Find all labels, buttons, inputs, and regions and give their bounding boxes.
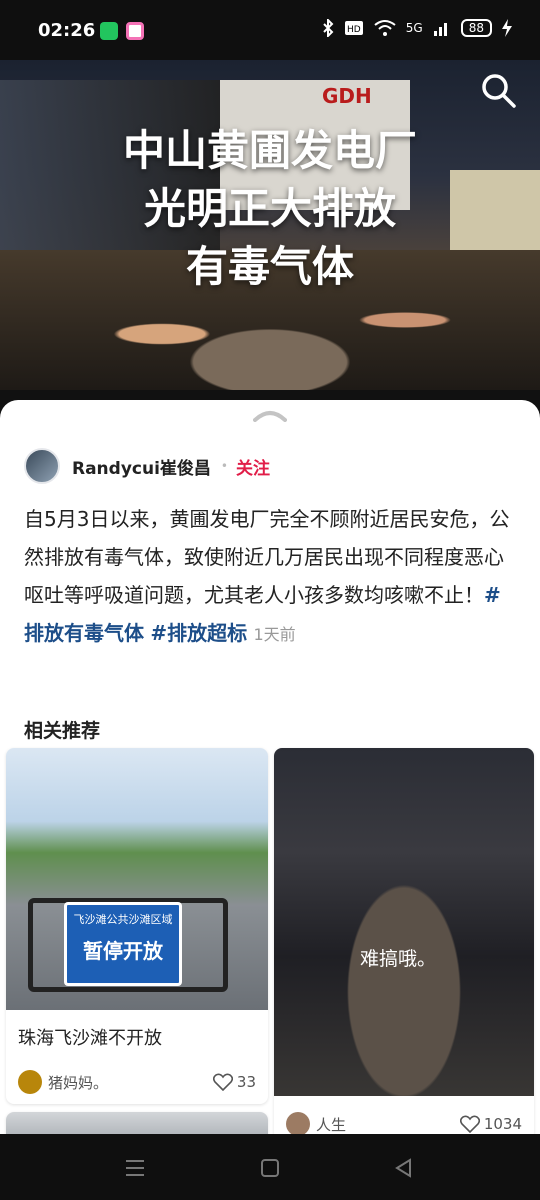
svg-text:HD: HD xyxy=(347,25,361,35)
search-icon[interactable] xyxy=(478,70,518,110)
related-card[interactable]: 难搞哦。 人生 1034 xyxy=(274,748,534,1140)
card-author[interactable]: 人生 xyxy=(316,1114,346,1135)
follow-button[interactable]: 关注 xyxy=(236,454,270,479)
avatar[interactable] xyxy=(24,448,60,484)
like-count: 33 xyxy=(236,1073,256,1091)
separator-dot: • xyxy=(220,459,228,473)
heart-icon xyxy=(212,1073,233,1091)
sign-line-2: 暂停开放 xyxy=(83,939,163,963)
card-caption[interactable]: 珠海飞沙滩不开放 xyxy=(18,1024,162,1050)
wifi-icon xyxy=(374,20,396,36)
heart-icon xyxy=(459,1115,480,1133)
post-detail-sheet[interactable]: Randycui崔俊昌 • 关注 自5月3日以来，黄圃发电厂完全不顾附近居民安危… xyxy=(0,400,540,1140)
post-timestamp: 1天前 xyxy=(253,625,296,644)
charging-icon xyxy=(502,19,512,37)
headline-line-3: 有毒气体 xyxy=(185,242,354,291)
image-overlay-text: 难搞哦。 xyxy=(360,948,437,970)
app-notification-icon xyxy=(100,22,118,40)
status-bar: 02:26 HD 5G 88 xyxy=(0,0,540,60)
headline-line-2: 光明正大排放 xyxy=(143,184,396,233)
system-icons: HD 5G 88 xyxy=(322,19,512,37)
hero-headline: 中山黄圃发电厂 光明正大排放 有毒气体 xyxy=(0,122,540,296)
post-body: 自5月3日以来，黄圃发电厂完全不顾附近居民安危，公然排放有毒气体，致使附近几万居… xyxy=(24,500,516,654)
card-meta: 猪妈妈。 33 xyxy=(18,1070,256,1094)
author-name[interactable]: Randycui崔俊昌 xyxy=(72,454,211,479)
bluetooth-icon xyxy=(323,19,334,37)
headline-line-1: 中山黄圃发电厂 xyxy=(122,126,417,175)
author-row: Randycui崔俊昌 • 关注 xyxy=(24,448,270,484)
network-type: 5G xyxy=(405,21,423,35)
signal-icon xyxy=(433,23,447,36)
hd-icon: HD xyxy=(344,21,363,35)
menu-icon[interactable] xyxy=(121,1154,149,1182)
post-hero-image[interactable]: GDH 中山黄圃发电厂 光明正大排放 有毒气体 xyxy=(0,60,540,390)
system-nav-bar xyxy=(0,1134,540,1200)
related-section-title: 相关推荐 xyxy=(24,720,101,742)
app-notification-icon-2 xyxy=(126,22,144,40)
building-sign-text: GDH xyxy=(322,84,372,108)
card-meta: 人生 1034 xyxy=(286,1112,522,1136)
hashtag-link[interactable]: #排放超标 xyxy=(150,621,247,645)
chevron-up-icon[interactable] xyxy=(253,408,287,422)
related-card[interactable]: 飞沙滩公共沙滩区域 暂停开放 珠海飞沙滩不开放 猪妈妈。 33 xyxy=(6,748,268,1104)
card-image: 难搞哦。 xyxy=(274,748,534,1096)
card-image: 飞沙滩公共沙滩区域 暂停开放 xyxy=(6,748,268,1010)
avatar[interactable] xyxy=(18,1070,42,1094)
like-button[interactable]: 33 xyxy=(212,1073,256,1091)
battery-indicator: 88 xyxy=(460,19,492,37)
status-time: 02:26 xyxy=(38,20,96,41)
home-icon[interactable] xyxy=(256,1154,284,1182)
card-author[interactable]: 猪妈妈。 xyxy=(48,1072,108,1093)
back-icon[interactable] xyxy=(390,1154,418,1182)
like-button[interactable]: 1034 xyxy=(459,1115,522,1133)
post-text: 自5月3日以来，黄圃发电厂完全不顾附近居民安危，公然排放有毒气体，致使附近几万居… xyxy=(24,507,510,607)
closure-sign: 飞沙滩公共沙滩区域 暂停开放 xyxy=(64,902,182,986)
sign-line-1: 飞沙滩公共沙滩区域 xyxy=(73,913,173,926)
avatar[interactable] xyxy=(286,1112,310,1136)
like-count: 1034 xyxy=(483,1115,522,1133)
